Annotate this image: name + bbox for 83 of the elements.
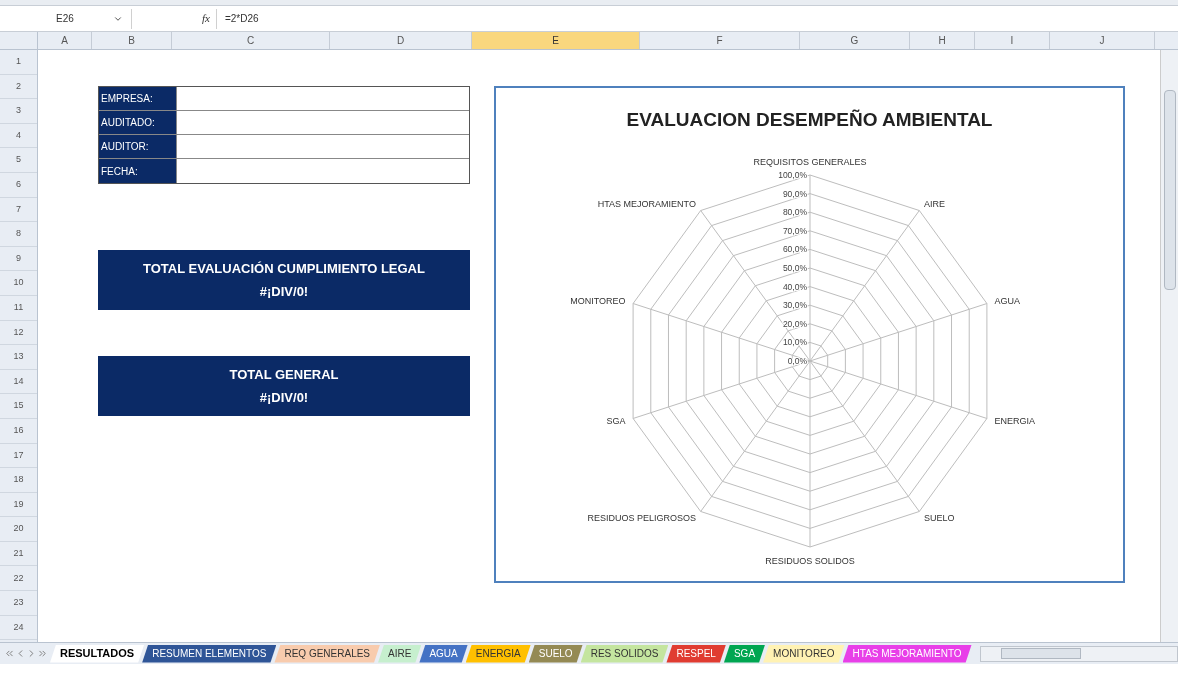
label-cell: FECHA: bbox=[99, 159, 176, 183]
sheet-tab[interactable]: ENERGIA bbox=[465, 644, 531, 663]
scroll-thumb[interactable] bbox=[1163, 90, 1176, 290]
column-header[interactable]: J bbox=[1050, 32, 1155, 49]
summary-title: TOTAL GENERAL bbox=[229, 365, 339, 384]
row-header[interactable]: 8 bbox=[0, 222, 37, 247]
axis-label: SGA bbox=[606, 415, 626, 426]
column-header[interactable]: I bbox=[975, 32, 1050, 49]
axis-tick-label: 40,0% bbox=[782, 281, 807, 292]
axis-tick-label: 0,0% bbox=[787, 355, 807, 366]
row-header[interactable]: 10 bbox=[0, 271, 37, 296]
row-header[interactable]: 18 bbox=[0, 468, 37, 493]
row-header[interactable]: 24 bbox=[0, 615, 37, 641]
sheet-tab[interactable]: RES SOLIDOS bbox=[580, 644, 669, 663]
summary-title: TOTAL EVALUACIÓN CUMPLIMIENTO LEGAL bbox=[143, 259, 425, 278]
column-header[interactable]: C bbox=[172, 32, 330, 49]
row-header[interactable]: 13 bbox=[0, 345, 37, 370]
label-cell: AUDITOR: bbox=[99, 135, 176, 158]
column-header[interactable]: E bbox=[472, 32, 640, 49]
function-button[interactable]: fx bbox=[202, 10, 210, 27]
sheet-tab[interactable]: AIRE bbox=[378, 644, 422, 663]
axis-tick-label: 60,0% bbox=[782, 243, 807, 254]
chart-title: EVALUACION DESEMPEÑO AMBIENTAL bbox=[626, 108, 993, 132]
row-header[interactable]: 21 bbox=[0, 541, 37, 567]
axis-tick-label: 80,0% bbox=[782, 206, 807, 217]
row-header[interactable]: 14 bbox=[0, 369, 37, 395]
row-header[interactable]: 17 bbox=[0, 443, 37, 469]
row-header[interactable]: 22 bbox=[0, 566, 37, 592]
axis-label: REQUISITOS GENERALES bbox=[753, 156, 867, 167]
row-header[interactable]: 6 bbox=[0, 172, 37, 198]
sheet-tab[interactable]: RESPEL bbox=[666, 644, 726, 663]
row-header[interactable]: 16 bbox=[0, 418, 37, 444]
sheet-tab[interactable]: MONITOREO bbox=[763, 644, 845, 663]
row-header[interactable]: 1 bbox=[0, 50, 37, 75]
row-header[interactable]: 15 bbox=[0, 394, 37, 419]
axis-tick-label: 50,0% bbox=[782, 262, 807, 273]
column-header[interactable]: A bbox=[38, 32, 92, 49]
last-sheet-button[interactable] bbox=[37, 648, 48, 659]
row-header[interactable]: 19 bbox=[0, 492, 37, 518]
row-header[interactable]: 3 bbox=[0, 99, 37, 124]
axis-label: AGUA bbox=[994, 295, 1020, 306]
summary-value: #¡DIV/0! bbox=[259, 283, 309, 301]
label-cell: EMPRESA: bbox=[99, 87, 176, 110]
first-sheet-button[interactable] bbox=[4, 648, 15, 659]
sheet-tab[interactable]: SUELO bbox=[528, 644, 583, 663]
sheet-tab[interactable]: REQ GENERALES bbox=[274, 644, 381, 663]
sheet-tab[interactable]: RESULTADOS bbox=[50, 644, 145, 663]
sheet-tab[interactable]: RESUMEN ELEMENTOS bbox=[142, 644, 277, 663]
formula-field[interactable]: =2*D26 bbox=[215, 8, 1178, 29]
axis-tick-label: 90,0% bbox=[782, 188, 807, 199]
row-header[interactable]: 9 bbox=[0, 246, 37, 272]
axis-tick-label: 70,0% bbox=[782, 225, 807, 236]
axis-label: ENERGIA bbox=[994, 415, 1035, 426]
row-header[interactable]: 20 bbox=[0, 517, 37, 542]
summary-value: #¡DIV/0! bbox=[259, 389, 309, 407]
row-header[interactable]: 11 bbox=[0, 295, 37, 321]
axis-label: MONITOREO bbox=[570, 295, 626, 306]
axis-label: RESIDUOS PELIGROSOS bbox=[587, 512, 696, 523]
scroll-thumb[interactable] bbox=[1000, 648, 1081, 659]
axis-label: HTAS MEJORAMIENTO bbox=[597, 198, 696, 209]
row-header[interactable]: 2 bbox=[0, 74, 37, 100]
column-header[interactable]: B bbox=[92, 32, 172, 49]
axis-label: SUELO bbox=[924, 512, 955, 523]
column-header[interactable]: H bbox=[910, 32, 975, 49]
row-header[interactable]: 7 bbox=[0, 197, 37, 223]
name-box[interactable]: E26 bbox=[40, 8, 132, 29]
column-header[interactable]: F bbox=[640, 32, 800, 49]
axis-tick-label: 30,0% bbox=[782, 299, 807, 310]
column-header[interactable]: G bbox=[800, 32, 910, 49]
axis-tick-label: 10,0% bbox=[782, 336, 807, 347]
chart-area[interactable] bbox=[494, 86, 1125, 583]
horizontal-scrollbar[interactable] bbox=[979, 645, 1178, 662]
row-header[interactable]: 12 bbox=[0, 320, 37, 346]
row-header[interactable]: 23 bbox=[0, 591, 37, 616]
axis-tick-label: 20,0% bbox=[782, 318, 807, 329]
axis-label: RESIDUOS SOLIDOS bbox=[765, 555, 855, 566]
label-cell: AUDITADO: bbox=[99, 111, 176, 134]
row-header[interactable]: 4 bbox=[0, 123, 37, 149]
axis-tick-label: 100,0% bbox=[778, 169, 807, 180]
vertical-scrollbar[interactable] bbox=[1160, 50, 1178, 642]
axis-label: AIRE bbox=[924, 198, 946, 209]
row-header[interactable]: 5 bbox=[0, 148, 37, 173]
sheet-tab[interactable]: AGUA bbox=[419, 644, 468, 663]
